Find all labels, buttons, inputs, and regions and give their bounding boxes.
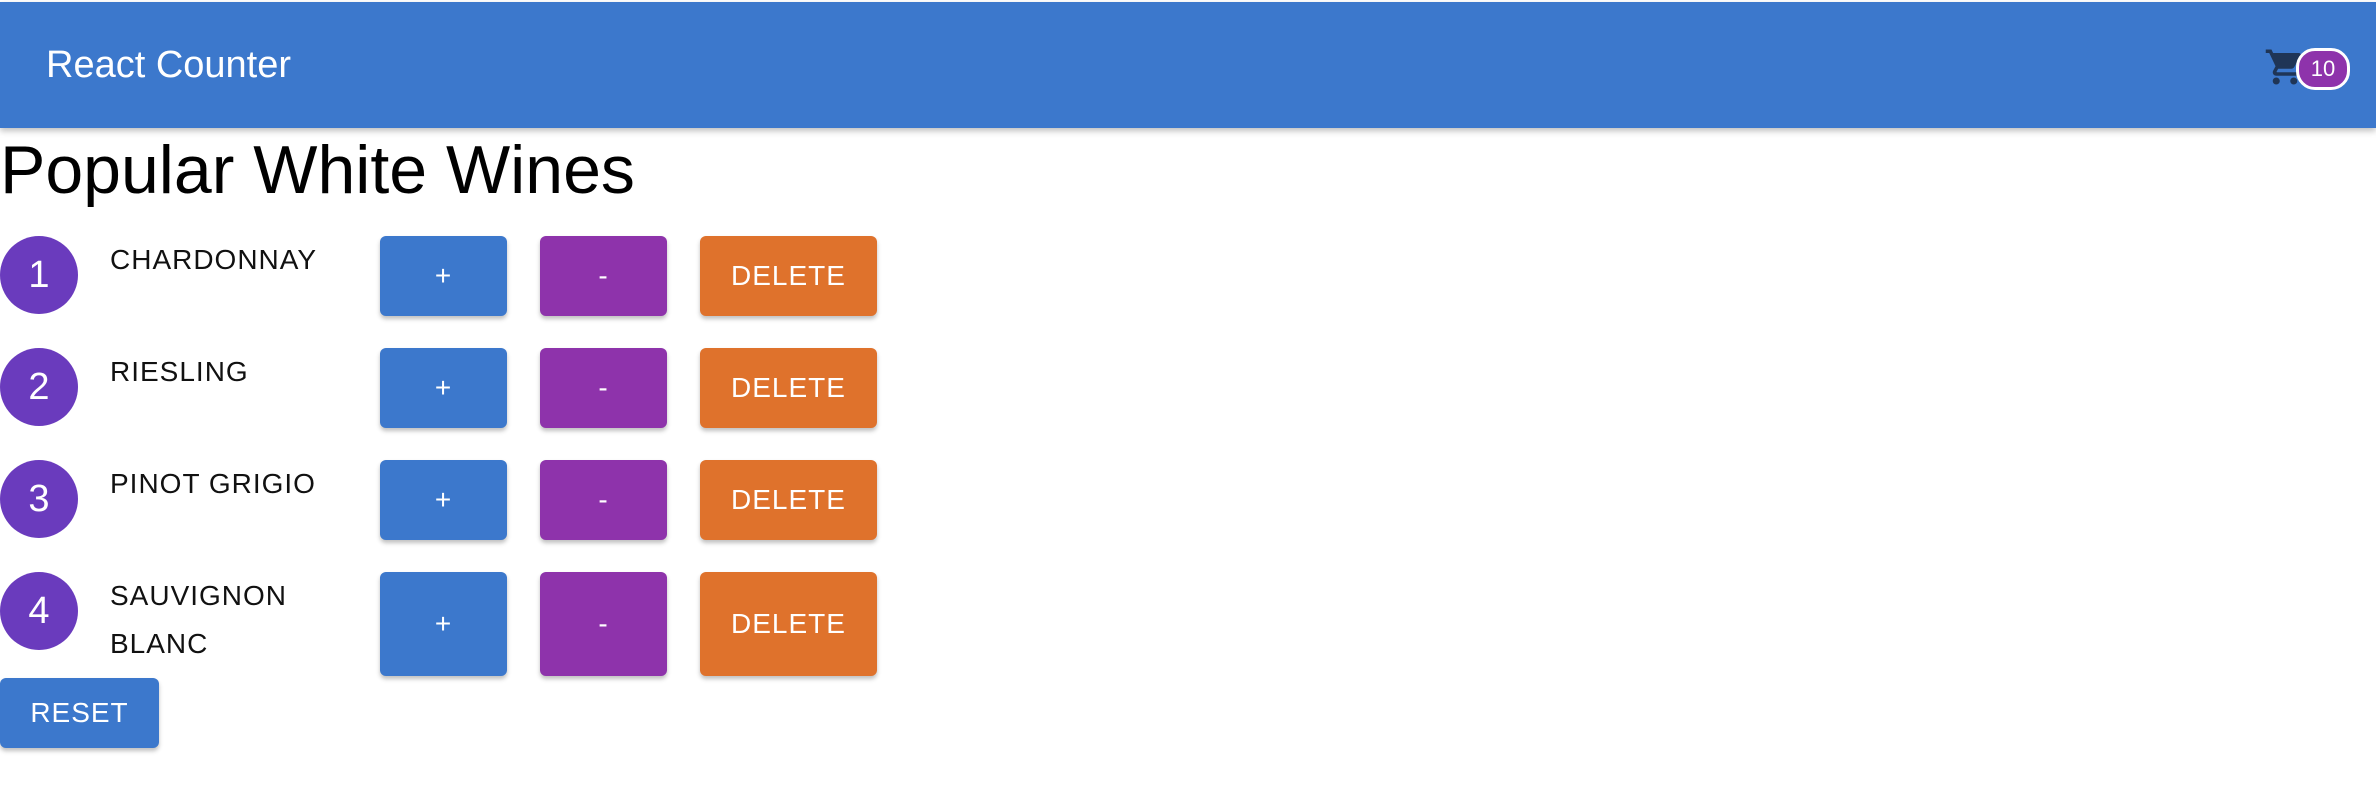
decrement-button[interactable]: - [540,572,667,676]
wine-name: RIESLING [110,356,249,387]
increment-button[interactable]: + [380,460,507,540]
list-item: 3 PINOT GRIGIO + - DELETE [0,460,900,540]
decrement-button[interactable]: - [540,348,667,428]
counter-avatar: 3 [0,460,78,538]
delete-button[interactable]: DELETE [700,572,877,676]
counter-avatar: 4 [0,572,78,650]
app-title: React Counter [46,44,292,86]
wine-name: PINOT GRIGIO [110,468,316,499]
increment-button[interactable]: + [380,348,507,428]
counter-avatar: 1 [0,236,78,314]
decrement-button[interactable]: - [540,236,667,316]
wine-name: SAUVIGNON BLANC [110,580,288,659]
reset-button[interactable]: RESET [0,678,159,748]
list-item: 1 CHARDONNAY + - DELETE [0,236,900,316]
delete-button[interactable]: DELETE [700,460,877,540]
decrement-button[interactable]: - [540,460,667,540]
app-bar: React Counter 10 [0,2,2376,128]
list-item: 4 SAUVIGNON BLANC + - DELETE [0,572,900,678]
page-title: Popular White Wines [0,132,635,208]
wine-name: CHARDONNAY [110,244,318,275]
increment-button[interactable]: + [380,236,507,316]
delete-button[interactable]: DELETE [700,236,877,316]
increment-button[interactable]: + [380,572,507,676]
counter-avatar: 2 [0,348,78,426]
delete-button[interactable]: DELETE [700,348,877,428]
cart-button[interactable]: 10 [2258,42,2350,92]
list-item: 2 RIESLING + - DELETE [0,348,900,428]
cart-count-badge: 10 [2296,48,2350,90]
